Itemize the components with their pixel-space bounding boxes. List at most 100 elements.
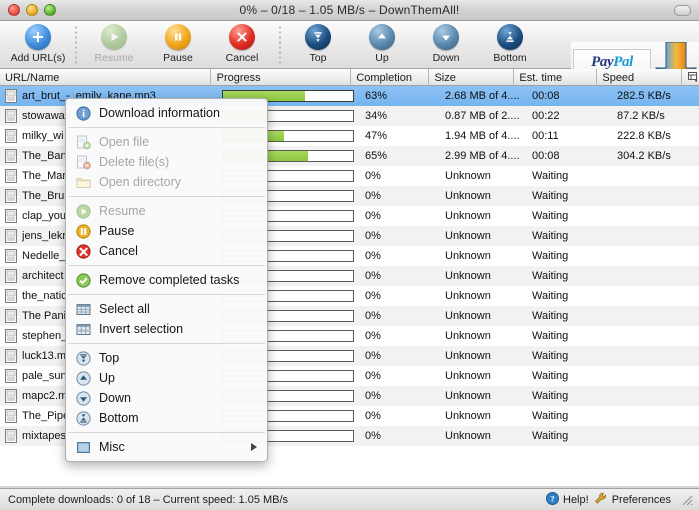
resize-grip[interactable]: [680, 493, 693, 506]
status-bar-actions: ? Help! Preferences: [546, 491, 695, 508]
row-size: 2.99 MB of 4....: [445, 150, 520, 162]
preferences-label: Preferences: [611, 493, 671, 506]
file-icon: [5, 409, 17, 423]
row-est-time: Waiting: [532, 170, 569, 182]
row-filename: jens_lekr: [22, 230, 67, 242]
window-title: 0% – 0/18 – 1.05 MB/s – DownThemAll!: [239, 3, 460, 17]
row-filename: the_natic: [22, 290, 67, 302]
row-est-time: Waiting: [532, 370, 569, 382]
row-speed: [612, 426, 699, 446]
row-est-time: Waiting: [532, 210, 569, 222]
help-label: Help!: [563, 493, 589, 506]
toolbar-bottom[interactable]: Bottom: [478, 21, 542, 67]
column-header-progress[interactable]: Progress: [211, 69, 352, 86]
row-est-time: 00:08: [532, 150, 560, 162]
file-icon: [5, 389, 17, 403]
row-completion: 0%: [365, 270, 381, 282]
row-completion: 0%: [365, 230, 381, 242]
row-filename: The_Banl: [22, 150, 70, 162]
row-completion: 63%: [365, 90, 388, 102]
paypal-logo-pay: Pay: [591, 54, 614, 70]
toolbar-top[interactable]: Top: [286, 21, 350, 67]
row-filename: architect: [22, 270, 64, 282]
menu-separator: [68, 127, 265, 128]
menu-item-select-all[interactable]: Select all: [66, 299, 267, 319]
row-size: 1.94 MB of 4....: [445, 130, 520, 142]
row-speed: [612, 346, 699, 366]
menu-item-cancel[interactable]: Cancel: [66, 241, 267, 261]
menu-item-up[interactable]: Up: [66, 368, 267, 388]
play-circle-icon: [76, 203, 91, 219]
row-est-time: 00:22: [532, 110, 560, 122]
toolbar-cancel[interactable]: Cancel: [210, 21, 274, 67]
toolbar-down[interactable]: Down: [414, 21, 478, 67]
move-bottom-icon: [497, 24, 523, 50]
menu-item-label: Bottom: [99, 410, 139, 425]
preferences-button[interactable]: Preferences: [594, 492, 671, 508]
menu-item-remove-completed-tasks[interactable]: Remove completed tasks: [66, 270, 267, 290]
menu-item-down[interactable]: Down: [66, 388, 267, 408]
column-header-completion[interactable]: Completion: [351, 69, 430, 86]
svg-text:?: ?: [550, 493, 554, 503]
menu-item-bottom[interactable]: Bottom: [66, 408, 267, 428]
menu-item-label: Delete file(s): [99, 154, 170, 169]
menu-item-label: Invert selection: [99, 321, 184, 336]
menu-item-misc[interactable]: Misc: [66, 437, 267, 457]
toolbar-toggle-button[interactable]: [674, 4, 691, 16]
downthemall-window: 0% – 0/18 – 1.05 MB/s – DownThemAll! Add…: [0, 0, 699, 510]
menu-item-label: Resume: [99, 203, 146, 218]
row-speed: 87.2 KB/s: [617, 110, 665, 122]
context-menu[interactable]: Download information Open file Delete file…: [65, 98, 268, 462]
row-completion: 47%: [365, 130, 388, 142]
row-completion: 0%: [365, 190, 381, 202]
file-icon: [5, 169, 17, 183]
row-completion: 65%: [365, 150, 388, 162]
help-icon: ?: [546, 491, 559, 508]
paypal-logo-pal: Pal: [613, 54, 633, 70]
column-options-button[interactable]: [682, 69, 699, 86]
menu-separator: [68, 432, 265, 433]
row-size: Unknown: [445, 290, 491, 302]
row-size: Unknown: [445, 230, 491, 242]
menu-item-top[interactable]: Top: [66, 348, 267, 368]
row-speed: [612, 326, 699, 346]
menu-item-download-information[interactable]: Download information: [66, 103, 267, 123]
row-est-time: 00:11: [532, 130, 559, 142]
row-size: Unknown: [445, 190, 491, 202]
row-size: 2.68 MB of 4....: [445, 90, 520, 102]
row-size: Unknown: [445, 270, 491, 282]
column-header-row: URL/Name Progress Completion Size Est. t…: [0, 69, 699, 86]
column-header-speed[interactable]: Speed: [597, 69, 683, 86]
file-icon: [5, 229, 17, 243]
column-header-size[interactable]: Size: [429, 69, 515, 86]
row-filename: Nedelle_: [22, 250, 66, 262]
help-button[interactable]: ? Help!: [546, 491, 589, 508]
cancel-circle-icon: [76, 243, 91, 259]
column-header-name[interactable]: URL/Name: [0, 69, 211, 86]
menu-item-invert-selection[interactable]: Invert selection: [66, 319, 267, 339]
row-completion: 0%: [365, 290, 381, 302]
row-est-time: Waiting: [532, 410, 569, 422]
status-bar: Complete downloads: 0 of 18 – Current sp…: [0, 488, 699, 510]
column-header-est-time[interactable]: Est. time: [514, 69, 598, 86]
row-filename: clap_you: [22, 210, 67, 222]
row-completion: 34%: [365, 110, 388, 122]
title-bar: 0% – 0/18 – 1.05 MB/s – DownThemAll!: [0, 0, 699, 21]
pause-circle-icon: [165, 24, 191, 50]
menu-item-pause[interactable]: Pause: [66, 221, 267, 241]
move-bottom-icon: [76, 410, 91, 426]
toolbar-pause[interactable]: Pause: [146, 21, 210, 67]
menu-separator: [68, 196, 265, 197]
row-size: Unknown: [445, 250, 491, 262]
row-completion: 0%: [365, 410, 381, 422]
toolbar-resume[interactable]: Resume: [82, 21, 146, 67]
toolbar-up[interactable]: Up: [350, 21, 414, 67]
row-filename: luck13.m: [22, 350, 67, 362]
cancel-circle-icon: [229, 24, 255, 50]
move-down-icon: [433, 24, 459, 50]
file-icon: [5, 289, 17, 303]
move-up-icon: [76, 370, 91, 386]
row-speed: 222.8 KB/s: [617, 130, 671, 142]
toolbar-add-urls[interactable]: Add URL(s): [6, 21, 70, 67]
delete-file-icon: [76, 155, 91, 170]
